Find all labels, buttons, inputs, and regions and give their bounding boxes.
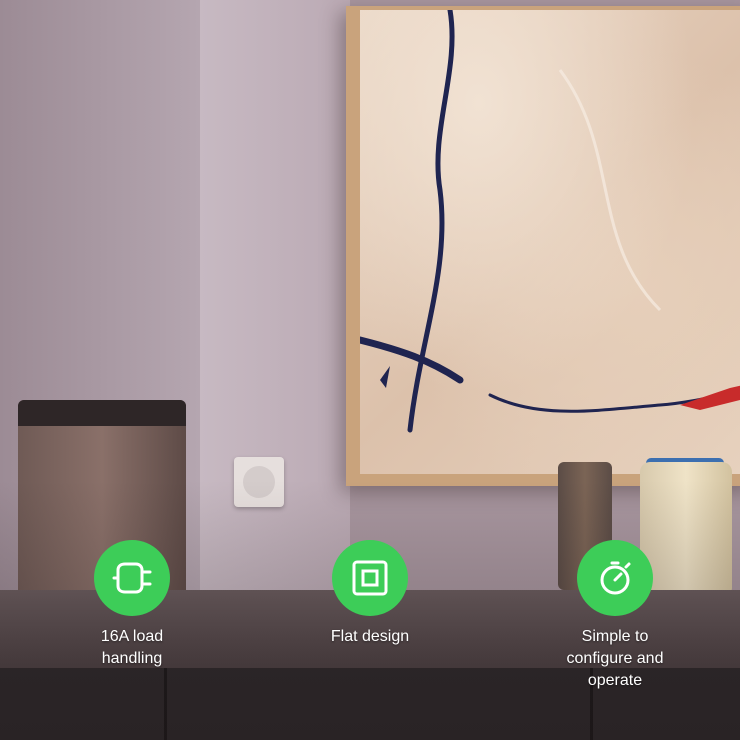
feature-icon-circle [94,540,170,616]
feature-label: Flat design [330,628,410,645]
coffee-machine-panel [18,400,186,426]
kitchen-scene: 16A load handling Flat design Simple to … [0,0,740,740]
feature-icon-circle [332,540,408,616]
feature-label: 16A load handling [100,628,164,667]
abstract-painting [356,7,740,474]
feature-icon-circle [577,540,653,616]
stopwatch-icon [600,561,631,595]
feature-load-handling: 16A load handling [52,540,212,670]
plug-icon [112,562,152,594]
square-frame-icon [352,560,388,596]
feature-flat-design: Flat design [290,540,450,648]
painting-strokes [356,7,740,433]
feature-simple-configure: Simple to configure and operate [535,540,695,692]
feature-label: Simple to configure and operate [566,628,664,689]
